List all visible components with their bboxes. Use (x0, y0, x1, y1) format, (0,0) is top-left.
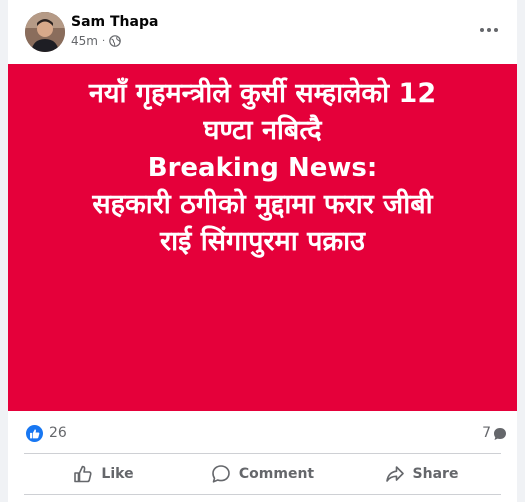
comment-icon (211, 464, 231, 484)
share-button[interactable]: Share (342, 455, 501, 493)
more-options-button[interactable] (474, 18, 504, 42)
like-reaction-icon[interactable] (26, 425, 43, 442)
headline-line-4: राई सिंगापुरमा पक्राउ (160, 226, 365, 257)
headline-line-3: सहकारी ठगीको मुद्दामा फरार जीबी (92, 189, 433, 220)
meta-separator: · (101, 35, 106, 47)
post-header: Sam Thapa 45m · (8, 0, 517, 64)
comment-count[interactable]: 7 (482, 425, 491, 441)
reaction-count[interactable]: 26 (49, 425, 67, 441)
share-label: Share (412, 466, 459, 482)
post-time[interactable]: 45m (71, 34, 98, 48)
avatar-photo-icon (25, 12, 65, 52)
comment-button[interactable]: Comment (183, 455, 342, 493)
post-meta: 45m · (71, 34, 121, 48)
comment-label: Comment (238, 466, 315, 482)
actions-divider (24, 453, 501, 454)
bottom-divider (24, 494, 501, 495)
avatar[interactable] (25, 12, 65, 52)
headline-line-2: घण्टा नबित्दै (203, 115, 322, 146)
more-horizontal-icon (480, 28, 498, 32)
comment-bubble-icon (493, 426, 507, 440)
breaking-news-label: Breaking News: (147, 153, 378, 183)
globe-icon (109, 35, 121, 47)
post-image-text: नयाँ गृहमन्त्रीले कुर्सी सम्हालेको 12 घण… (8, 75, 517, 260)
post-actions: Like Comment Share (24, 455, 501, 493)
headline-line-1: नयाँ गृहमन्त्रीले कुर्सी सम्हालेको 12 (88, 78, 437, 109)
thumbs-up-icon (73, 464, 93, 484)
like-button[interactable]: Like (24, 455, 183, 493)
author-name[interactable]: Sam Thapa (71, 14, 158, 30)
like-label: Like (101, 466, 134, 482)
post-card: Sam Thapa 45m · नयाँ गृहमन्त्रीले कुर्सी… (8, 0, 517, 502)
share-icon (385, 464, 405, 484)
reaction-bar: 26 7 (8, 411, 517, 455)
